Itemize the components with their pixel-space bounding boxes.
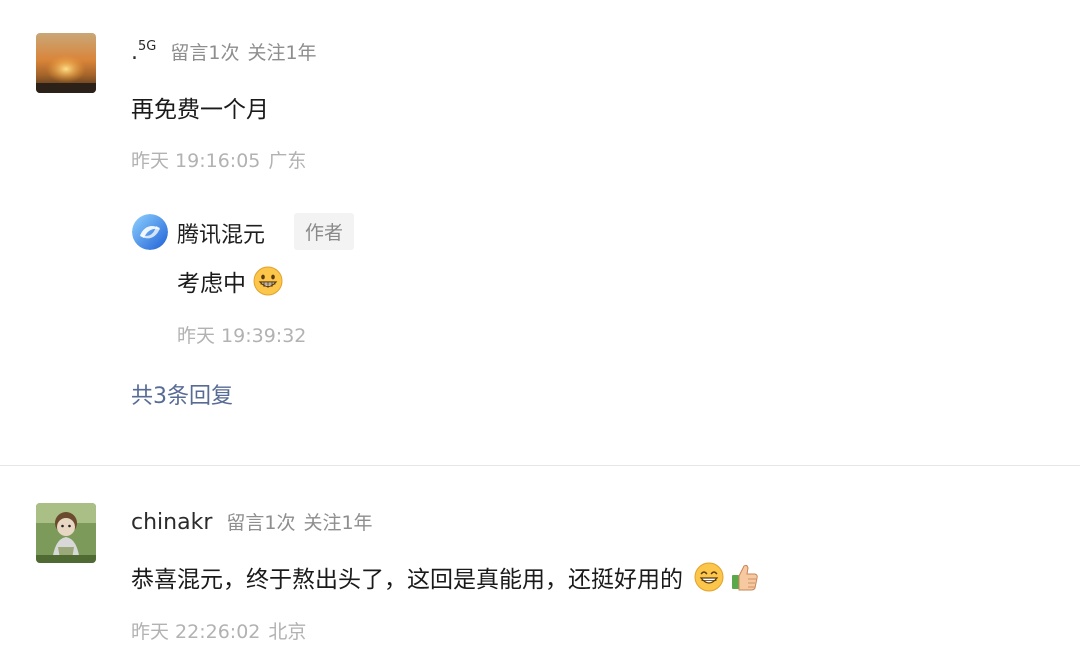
comment-content: 恭喜混元，终于熬出头了，这回是真能用，还挺好用的 bbox=[131, 560, 761, 594]
follow-duration: 关注1年 bbox=[303, 512, 373, 534]
timestamp-text: 昨天 22:26:02 bbox=[131, 621, 261, 643]
location-text: 北京 bbox=[268, 621, 307, 643]
author-name[interactable]: 腾讯混元 bbox=[177, 217, 265, 249]
message-count: 留言1次 bbox=[226, 512, 296, 534]
grinning-face-emoji bbox=[252, 265, 284, 297]
comment-text: 恭喜混元，终于熬出头了，这回是真能用，还挺好用的 bbox=[131, 567, 683, 593]
timestamp-text: 昨天 19:16:05 bbox=[131, 150, 261, 172]
comment-meta: chinakr 留言1次 关注1年 bbox=[131, 508, 373, 535]
message-count: 留言1次 bbox=[170, 42, 240, 64]
comment-text: 再免费一个月 bbox=[131, 97, 269, 123]
user-nickname[interactable]: chinakr bbox=[131, 510, 212, 535]
sunset-avatar-image bbox=[36, 33, 96, 93]
comment-item: .5G 留言1次 关注1年 再免费一个月 昨天 19:16:05 广东 腾讯混元 … bbox=[0, 0, 1080, 465]
author-tag-badge: 作者 bbox=[294, 213, 355, 250]
comment-timestamp: 昨天 22:26:02 北京 bbox=[131, 617, 306, 644]
thumbs-up-emoji bbox=[729, 561, 761, 593]
reply-text: 考虑中 bbox=[177, 271, 246, 297]
reply-timestamp: 昨天 19:39:32 bbox=[177, 325, 307, 347]
user-nickname[interactable]: .5G bbox=[131, 39, 156, 65]
hunyuan-logo-icon bbox=[132, 214, 168, 250]
comment-item: chinakr 留言1次 关注1年 恭喜混元，终于熬出头了，这回是真能用，还挺好… bbox=[0, 466, 1080, 669]
location-text: 广东 bbox=[268, 150, 307, 172]
doll-avatar-image bbox=[36, 503, 96, 563]
comment-timestamp: 昨天 19:16:05 广东 bbox=[131, 146, 306, 173]
user-avatar[interactable] bbox=[36, 503, 96, 563]
smiling-face-emoji bbox=[693, 561, 725, 593]
reply-content: 考虑中 bbox=[177, 264, 284, 298]
author-avatar[interactable] bbox=[132, 214, 168, 250]
nickname-superscript: 5G bbox=[138, 39, 157, 54]
comment-meta: .5G 留言1次 关注1年 bbox=[131, 38, 317, 65]
user-avatar[interactable] bbox=[36, 33, 96, 93]
nickname-text: . bbox=[131, 40, 138, 65]
view-more-replies-link[interactable]: 共3条回复 bbox=[131, 378, 233, 410]
comment-content: 再免费一个月 bbox=[131, 90, 269, 124]
follow-duration: 关注1年 bbox=[247, 42, 317, 64]
